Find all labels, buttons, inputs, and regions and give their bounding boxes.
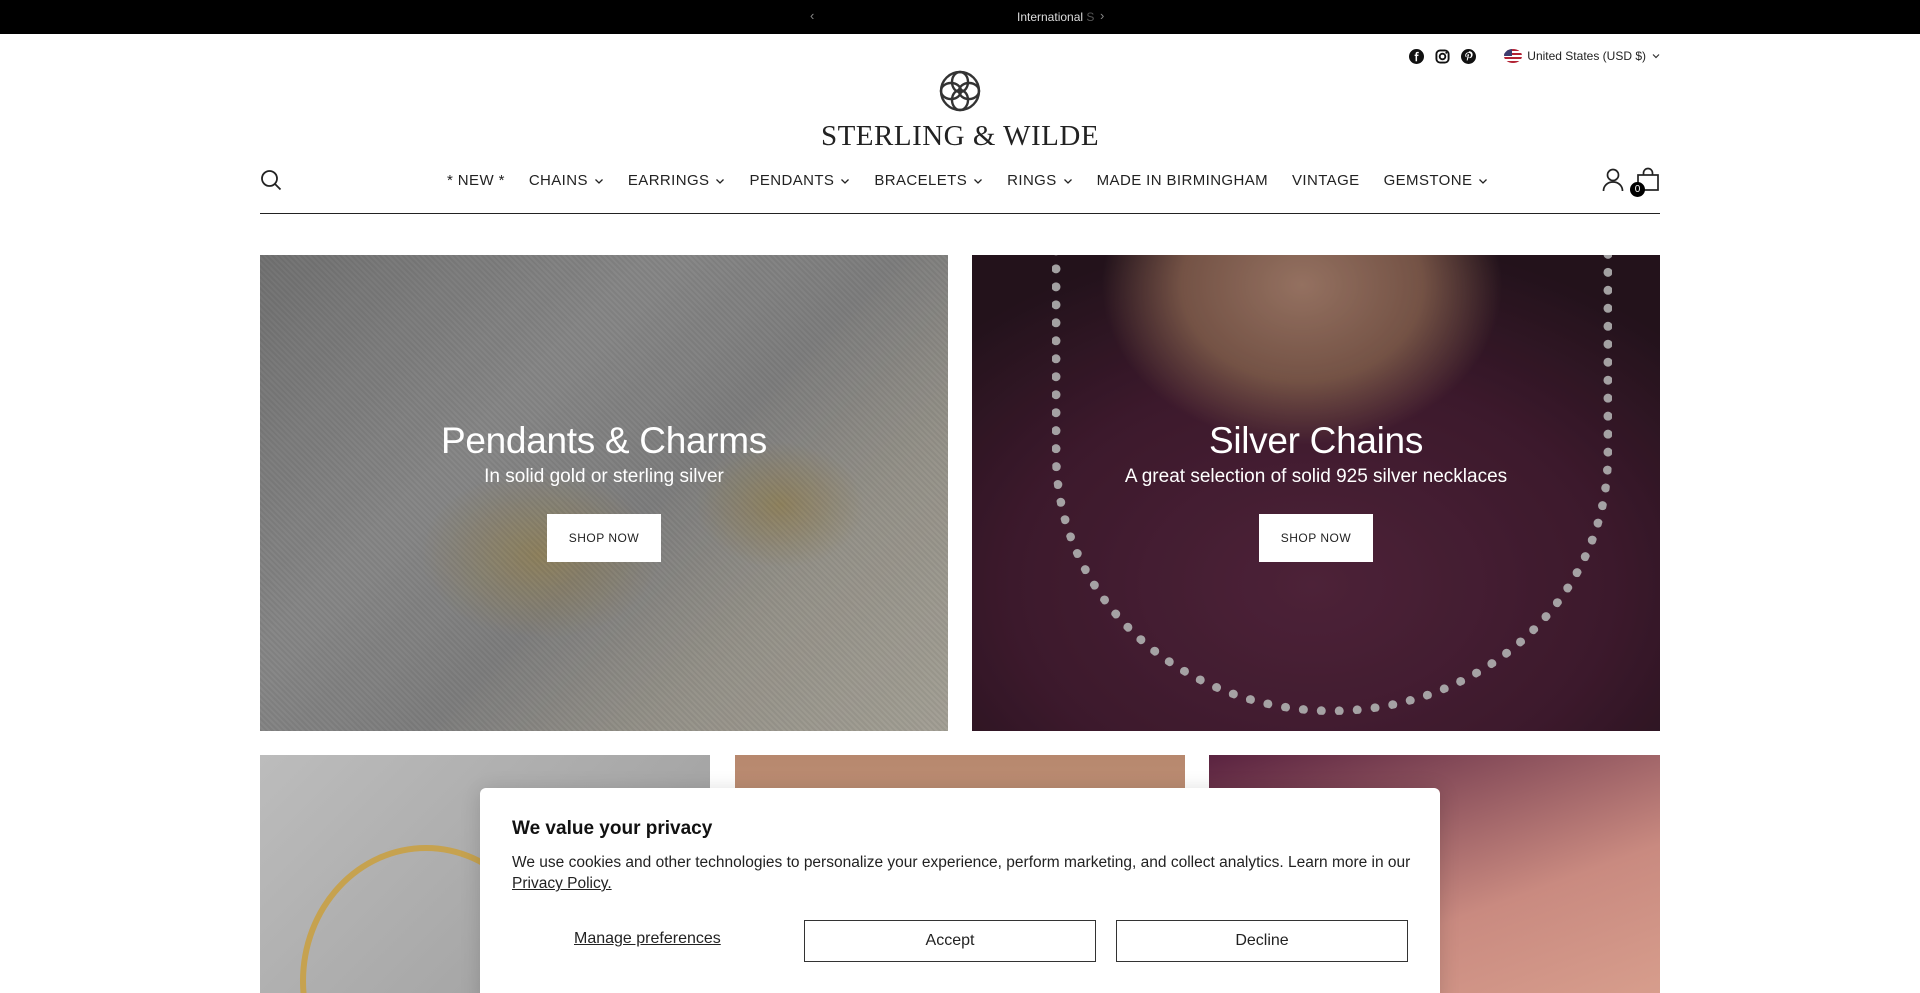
facebook-icon[interactable]: [1408, 48, 1424, 64]
tile-content: Pendants & Charms In solid gold or sterl…: [260, 420, 948, 562]
chevron-down-icon: [841, 178, 850, 184]
cookie-title: We value your privacy: [512, 818, 713, 839]
main-header: * NEW * CHAINS EARRINGS PENDANTS BRACELE…: [260, 164, 1660, 214]
cart-icon[interactable]: 0: [1630, 167, 1660, 197]
brand-name: STERLING & WILDE: [820, 120, 1100, 152]
country-label: United States (USD $): [1527, 49, 1646, 63]
decline-button[interactable]: Decline: [1116, 920, 1408, 962]
shop-now-button[interactable]: SHOP NOW: [1258, 514, 1374, 562]
chevron-down-icon: [716, 178, 725, 184]
us-flag-icon: [1504, 49, 1523, 63]
country-selector[interactable]: United States (USD $): [1504, 49, 1661, 63]
cart-count-badge: 0: [1630, 182, 1645, 197]
manage-preferences-link[interactable]: Manage preferences: [574, 930, 721, 948]
nav-item-chains[interactable]: CHAINS: [529, 172, 604, 189]
brand-logo[interactable]: STERLING & WILDE: [0, 68, 1920, 153]
announcement-prev-button[interactable]: ‹: [810, 8, 814, 23]
tile-subtitle: A great selection of solid 925 silver ne…: [1124, 466, 1508, 487]
tile-title: Pendants & Charms: [440, 420, 767, 461]
chevron-down-icon: [1063, 178, 1072, 184]
nav-item-pendants[interactable]: PENDANTS: [749, 172, 850, 189]
nav-item-earrings[interactable]: EARRINGS: [628, 172, 726, 189]
pendants-charms-tile[interactable]: Pendants & Charms In solid gold or sterl…: [260, 255, 948, 731]
chevron-down-icon: [594, 178, 603, 184]
announcement-message[interactable]: International S: [1017, 10, 1094, 24]
celtic-knot-icon: [939, 70, 981, 112]
tile-subtitle: In solid gold or sterling silver: [484, 466, 724, 487]
silver-chains-tile[interactable]: Silver Chains A great selection of solid…: [972, 255, 1660, 731]
pinterest-icon[interactable]: [1460, 48, 1476, 64]
account-icon[interactable]: [1602, 168, 1624, 197]
chevron-down-icon: [1479, 178, 1488, 184]
cookie-body: We use cookies and other technologies to…: [512, 854, 1411, 892]
nav-item-new[interactable]: * NEW *: [447, 172, 505, 189]
announcement-bar: ‹ International S ›: [0, 0, 1920, 34]
shop-now-button[interactable]: SHOP NOW: [546, 514, 662, 562]
main-nav: * NEW * CHAINS EARRINGS PENDANTS BRACELE…: [447, 172, 1488, 189]
tile-title: Silver Chains: [1208, 420, 1424, 461]
utility-bar: United States (USD $): [1408, 46, 1661, 66]
nav-item-vintage[interactable]: VINTAGE: [1292, 172, 1360, 189]
search-icon[interactable]: [260, 169, 282, 196]
accept-button[interactable]: Accept: [804, 920, 1096, 962]
nav-item-bracelets[interactable]: BRACELETS: [874, 172, 983, 189]
nav-item-made-in-birmingham[interactable]: MADE IN BIRMINGHAM: [1097, 172, 1268, 189]
privacy-policy-link[interactable]: Privacy Policy.: [512, 875, 612, 892]
nav-item-gemstone[interactable]: GEMSTONE: [1384, 172, 1489, 189]
nav-item-rings[interactable]: RINGS: [1007, 172, 1073, 189]
instagram-icon[interactable]: [1434, 48, 1450, 64]
chevron-down-icon: [974, 178, 983, 184]
cookie-actions: Manage preferences Accept Decline: [512, 920, 1408, 962]
tile-content: Silver Chains A great selection of solid…: [972, 420, 1660, 562]
cookie-consent-banner: We value your privacy We use cookies and…: [480, 788, 1440, 993]
chevron-down-icon: [1652, 54, 1660, 59]
announcement-next-button[interactable]: ›: [1100, 8, 1104, 23]
